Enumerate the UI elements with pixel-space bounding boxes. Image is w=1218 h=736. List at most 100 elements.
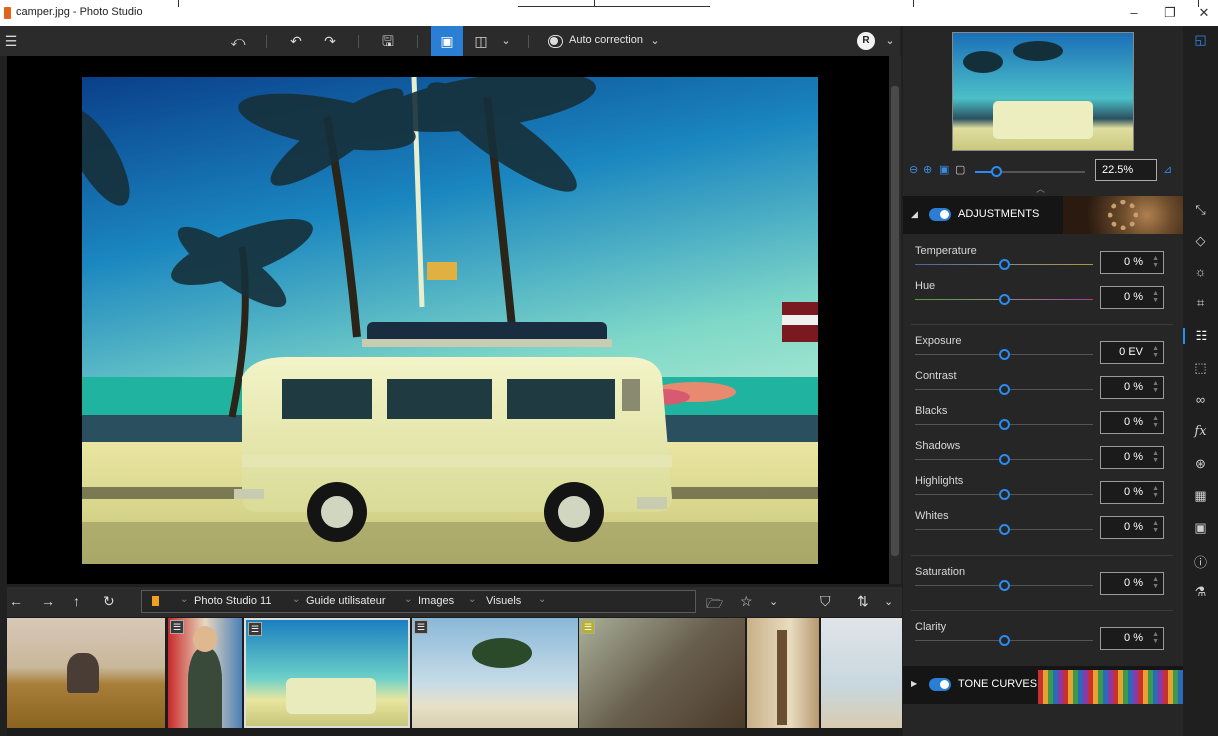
value-field[interactable]: 0 % ▲ ▼	[1100, 411, 1164, 434]
filmstrip-thumb[interactable]	[821, 618, 902, 728]
tone-curves-toggle[interactable]	[929, 678, 951, 691]
layers-icon[interactable]: ◱	[1183, 32, 1218, 48]
adjustments-toggle[interactable]	[929, 208, 951, 221]
main-photo[interactable]	[82, 77, 818, 564]
selection-icon[interactable]: ⬚	[1183, 360, 1218, 376]
close-button[interactable]: ✕	[1194, 5, 1214, 21]
bookmark-icon[interactable]	[152, 596, 159, 606]
value-field[interactable]: 0 % ▲ ▼	[1100, 516, 1164, 539]
eraser-icon[interactable]: ◇	[1183, 233, 1218, 249]
value-field[interactable]: 0 % ▲ ▼	[1100, 446, 1164, 469]
filmstrip-thumb[interactable]: ☰	[168, 618, 242, 728]
filmstrip-thumb-selected[interactable]: ☰	[244, 618, 410, 728]
slider-knob[interactable]	[999, 580, 1010, 591]
zoom-in-icon[interactable]: ⊕	[923, 163, 932, 176]
star-icon[interactable]: ☆	[740, 593, 753, 610]
filmstrip-thumb[interactable]: ☰	[412, 618, 578, 728]
zoom-row: ⊖ ⊕ ▣ ▢ 22.5% ⊿	[903, 158, 1183, 184]
crop-icon[interactable]: ⌗	[1183, 295, 1218, 311]
slider-knob[interactable]	[999, 349, 1010, 360]
compare-view-icon[interactable]: ◫	[470, 26, 492, 56]
texture-icon[interactable]: ▦	[1183, 488, 1218, 504]
collapse-icon[interactable]: ︿	[1036, 182, 1045, 195]
transform-icon[interactable]: ⤡	[1183, 202, 1218, 218]
scrollbar-thumb[interactable]	[891, 86, 899, 556]
slider-knob[interactable]	[999, 524, 1010, 535]
zoom-input[interactable]: 22.5%	[1095, 159, 1157, 181]
slider-knob[interactable]	[999, 259, 1010, 270]
divider	[911, 610, 1173, 611]
title-tick	[913, 0, 914, 7]
rotate-icon[interactable]: ⤺	[228, 26, 248, 56]
breadcrumb-item[interactable]: Images	[418, 595, 454, 607]
minimize-button[interactable]: –	[1124, 5, 1144, 21]
slider-knob[interactable]	[999, 419, 1010, 430]
collapse-caret-icon[interactable]: ◢	[911, 209, 918, 220]
value-field[interactable]: 0 % ▲ ▼	[1100, 572, 1164, 595]
expand-caret-icon[interactable]: ▶	[911, 679, 917, 688]
chevron-down-icon[interactable]: ⌄	[538, 594, 546, 605]
fit-icon[interactable]: ▣	[939, 163, 949, 176]
undo-icon[interactable]: ↶	[286, 26, 306, 56]
adjustments-icon[interactable]: ☷	[1183, 328, 1218, 344]
breadcrumb-item[interactable]: Visuels	[486, 595, 521, 607]
redo-icon[interactable]: ↷	[320, 26, 340, 56]
slider-knob[interactable]	[999, 489, 1010, 500]
chevron-down-icon[interactable]: ⌄	[647, 26, 663, 56]
frame-icon[interactable]: ▣	[1183, 520, 1218, 536]
value-field[interactable]: 0 % ▲ ▼	[1100, 286, 1164, 309]
filmstrip-thumb[interactable]	[747, 618, 819, 728]
tone-curves-header[interactable]: ▶ TONE CURVES	[903, 666, 1183, 704]
slider-knob[interactable]	[999, 635, 1010, 646]
chevron-down-icon[interactable]: ⌄	[884, 595, 893, 608]
chevron-down-icon[interactable]: ⌄	[180, 594, 188, 605]
slider-knob[interactable]	[999, 384, 1010, 395]
single-view-icon[interactable]: ▣	[431, 26, 463, 56]
adjustment-label: Exposure	[915, 335, 962, 347]
chevron-down-icon[interactable]: ⌄	[498, 26, 514, 56]
menu-icon[interactable]: ☰	[0, 26, 22, 56]
breadcrumb-item[interactable]: Photo Studio 11	[194, 595, 271, 607]
viewer-scrollbar[interactable]	[889, 56, 901, 584]
chevron-down-icon[interactable]: ⌄	[882, 26, 898, 56]
value-field[interactable]: 0 % ▲ ▼	[1100, 251, 1164, 274]
chevron-down-icon[interactable]: ⌄	[404, 594, 412, 605]
retouch-icon[interactable]: ☼	[1183, 264, 1218, 279]
value-field[interactable]: 0 EV ▲ ▼	[1100, 341, 1164, 364]
slider-knob[interactable]	[999, 454, 1010, 465]
breadcrumb[interactable]: ⌄ Photo Studio 11 ⌄ Guide utilisateur ⌄ …	[141, 590, 696, 613]
value-field[interactable]: 0 % ▲ ▼	[1100, 627, 1164, 650]
navigator-preview[interactable]	[952, 32, 1134, 151]
histogram-icon[interactable]: ⊿	[1163, 163, 1172, 176]
info-icon[interactable]: ⓘ	[1183, 552, 1218, 571]
folder-icon[interactable]: 🗁	[706, 593, 723, 617]
zoom-slider-knob[interactable]	[991, 166, 1002, 177]
back-icon[interactable]: ←	[9, 593, 23, 609]
value-field[interactable]: 0 % ▲ ▼	[1100, 376, 1164, 399]
lab-icon[interactable]: ⚗	[1183, 584, 1218, 600]
adjustments-header[interactable]: ◢ ADJUSTMENTS	[903, 196, 1183, 234]
maximize-button[interactable]: ❐	[1160, 5, 1180, 21]
sort-icon[interactable]: ⇅	[857, 593, 869, 610]
chevron-down-icon[interactable]: ⌄	[769, 595, 778, 608]
chevron-down-icon[interactable]: ⌄	[468, 594, 476, 605]
effects-icon[interactable]: fx	[1183, 424, 1218, 439]
color-icon[interactable]: ⊛	[1183, 456, 1218, 472]
auto-correction-toggle[interactable]	[548, 35, 563, 48]
filter-icon[interactable]: ⛉	[820, 593, 831, 610]
red-eye-icon[interactable]: ∞	[1183, 392, 1218, 407]
refresh-icon[interactable]: ↻	[103, 593, 115, 610]
up-icon[interactable]: ↑	[73, 593, 80, 609]
filmstrip-thumb[interactable]	[7, 618, 165, 728]
forward-icon[interactable]: →	[41, 593, 55, 609]
zoom-out-icon[interactable]: ⊖	[909, 163, 918, 176]
breadcrumb-item[interactable]: Guide utilisateur	[306, 595, 386, 607]
value-field[interactable]: 0 % ▲ ▼	[1100, 481, 1164, 504]
avatar[interactable]: R	[857, 32, 875, 50]
chevron-down-icon[interactable]: ⌄	[292, 594, 300, 605]
auto-correction-label[interactable]: Auto correction	[569, 34, 643, 46]
full-size-icon[interactable]: ▢	[955, 163, 965, 176]
filmstrip-thumb[interactable]: ☰	[579, 618, 745, 728]
save-icon[interactable]: 🖫	[378, 26, 398, 56]
slider-knob[interactable]	[999, 294, 1010, 305]
